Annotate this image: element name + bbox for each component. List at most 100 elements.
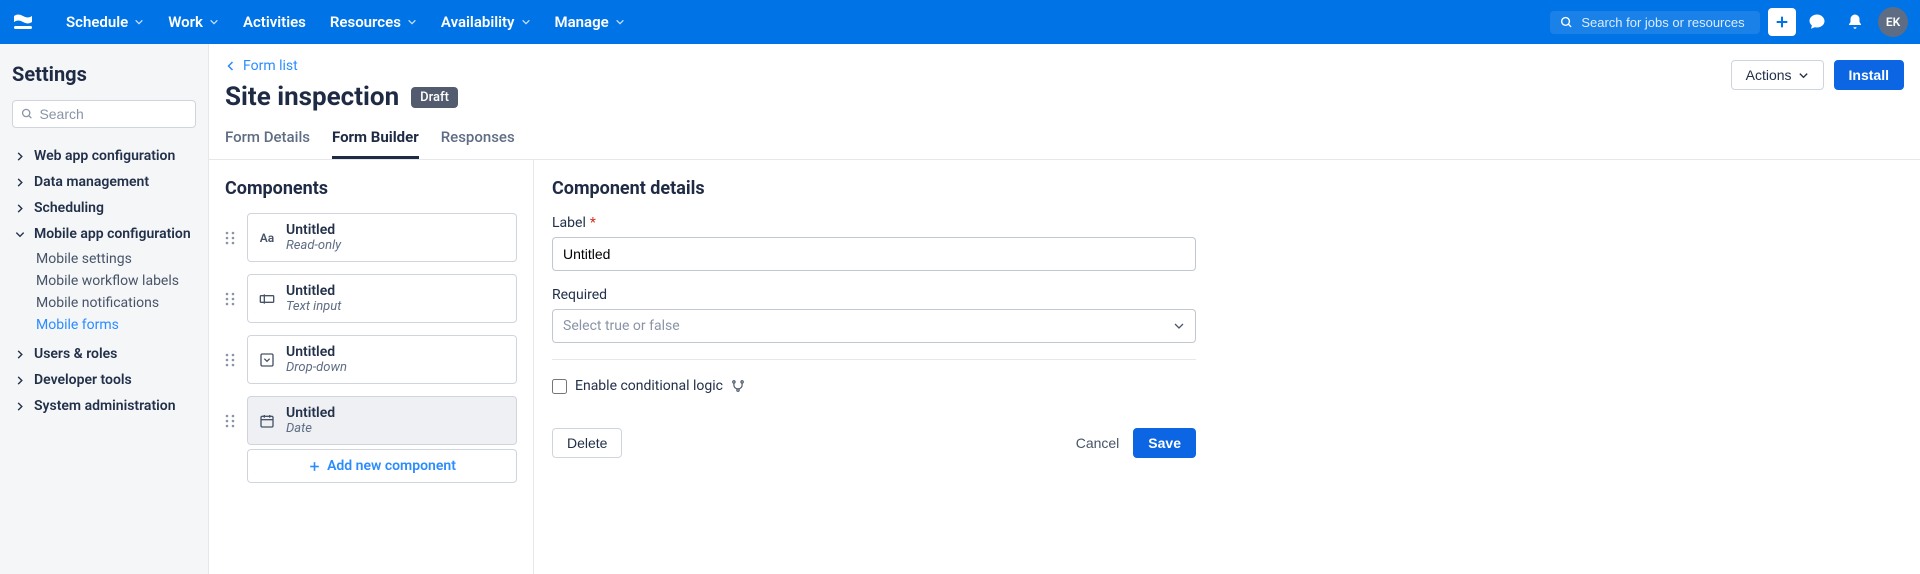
chevron-down-icon <box>209 17 219 27</box>
divider <box>552 359 1196 360</box>
chevron-left-icon <box>225 60 237 72</box>
chevron-down-icon <box>14 229 26 240</box>
tab-form-details[interactable]: Form Details <box>225 128 310 159</box>
conditional-checkbox-input[interactable] <box>552 379 567 394</box>
user-avatar[interactable]: EK <box>1878 7 1908 37</box>
tab-responses[interactable]: Responses <box>441 128 515 159</box>
input-icon <box>258 292 276 306</box>
chat-icon <box>1808 13 1826 31</box>
component-subtitle: Drop-down <box>286 360 347 375</box>
status-badge: Draft <box>411 87 458 108</box>
sidebar-item-mobile-workflow-labels[interactable]: Mobile workflow labels <box>36 270 196 292</box>
required-placeholder: Select true or false <box>563 318 680 334</box>
sidebar-item-mobile-notifications[interactable]: Mobile notifications <box>36 292 196 314</box>
install-button[interactable]: Install <box>1834 60 1904 90</box>
global-search-input[interactable] <box>1581 15 1750 30</box>
component-title: Untitled <box>286 344 347 360</box>
chevron-right-icon <box>14 375 26 386</box>
component-card-date[interactable]: Untitled Date <box>247 396 517 445</box>
chevron-right-icon <box>14 177 26 188</box>
component-card-read-only[interactable]: Aa Untitled Read-only <box>247 213 517 262</box>
breadcrumb-back[interactable]: Form list <box>225 58 458 74</box>
cancel-button[interactable]: Cancel <box>1076 435 1120 451</box>
component-row: Untitled Text input <box>225 274 517 323</box>
sidebar-group-developer-tools[interactable]: Developer tools <box>12 368 196 392</box>
drag-handle-icon[interactable] <box>225 414 237 428</box>
delete-button[interactable]: Delete <box>552 428 622 458</box>
nav-item-manage[interactable]: Manage <box>545 7 635 37</box>
component-subtitle: Read-only <box>286 238 341 253</box>
chevron-down-icon <box>1173 320 1185 332</box>
breadcrumb-label: Form list <box>243 58 298 74</box>
component-subtitle: Text input <box>286 299 341 314</box>
plus-icon <box>308 460 321 473</box>
drag-handle-icon[interactable] <box>225 231 237 245</box>
dropdown-icon <box>258 352 276 368</box>
chevron-right-icon <box>14 203 26 214</box>
search-icon <box>21 107 33 121</box>
components-panel: Components Aa Untitled Read-only Untitle… <box>209 160 534 574</box>
plus-icon <box>1774 14 1790 30</box>
settings-sidebar: Settings Web app configurationData manag… <box>0 44 209 574</box>
component-row: Untitled Drop-down <box>225 335 517 384</box>
drag-handle-icon[interactable] <box>225 353 237 367</box>
component-card-text-input[interactable]: Untitled Text input <box>247 274 517 323</box>
notifications-icon-button[interactable] <box>1838 5 1872 39</box>
sidebar-group-mobile-app-configuration[interactable]: Mobile app configuration <box>12 222 196 246</box>
chevron-down-icon <box>1798 70 1809 81</box>
component-title: Untitled <box>286 283 341 299</box>
create-button[interactable] <box>1768 8 1796 36</box>
top-nav: ScheduleWorkActivitiesResourcesAvailabil… <box>0 0 1920 44</box>
sidebar-search-input[interactable] <box>39 106 187 122</box>
bell-icon <box>1846 13 1864 31</box>
nav-item-resources[interactable]: Resources <box>320 7 427 37</box>
add-component-button[interactable]: Add new component <box>247 449 517 483</box>
chevron-down-icon <box>521 17 531 27</box>
component-row: Aa Untitled Read-only <box>225 213 517 262</box>
nav-item-activities[interactable]: Activities <box>233 7 316 37</box>
chevron-right-icon <box>14 349 26 360</box>
details-heading: Component details <box>552 178 1196 199</box>
sidebar-group-scheduling[interactable]: Scheduling <box>12 196 196 220</box>
global-search[interactable] <box>1550 11 1760 34</box>
chevron-down-icon <box>134 17 144 27</box>
sidebar-group-data-management[interactable]: Data management <box>12 170 196 194</box>
required-star-icon: * <box>590 215 596 231</box>
branch-icon <box>731 379 745 393</box>
nav-item-availability[interactable]: Availability <box>431 7 541 37</box>
chevron-right-icon <box>14 401 26 412</box>
component-subtitle: Date <box>286 421 335 436</box>
app-logo[interactable] <box>12 10 36 34</box>
sidebar-group-system-administration[interactable]: System administration <box>12 394 196 418</box>
required-select[interactable]: Select true or false <box>552 309 1196 343</box>
actions-dropdown[interactable]: Actions <box>1731 60 1824 90</box>
drag-handle-icon[interactable] <box>225 292 237 306</box>
label-input[interactable] <box>552 237 1196 271</box>
components-heading: Components <box>225 178 517 199</box>
date-icon <box>258 413 276 429</box>
page-tabs: Form Details Form Builder Responses <box>225 128 1904 159</box>
sidebar-title: Settings <box>12 62 196 86</box>
chevron-right-icon <box>14 151 26 162</box>
sidebar-item-mobile-forms[interactable]: Mobile forms <box>36 314 196 336</box>
chevron-down-icon <box>407 17 417 27</box>
sidebar-search[interactable] <box>12 100 196 128</box>
sidebar-group-users-roles[interactable]: Users & roles <box>12 342 196 366</box>
label-field-label: Label <box>552 215 586 231</box>
chat-icon-button[interactable] <box>1800 5 1834 39</box>
component-details-panel: Component details Label * Required Selec… <box>534 160 1214 574</box>
component-card-drop-down[interactable]: Untitled Drop-down <box>247 335 517 384</box>
chevron-down-icon <box>615 17 625 27</box>
save-button[interactable]: Save <box>1133 428 1196 458</box>
sidebar-group-web-app-configuration[interactable]: Web app configuration <box>12 144 196 168</box>
conditional-logic-checkbox[interactable]: Enable conditional logic <box>552 378 1196 394</box>
nav-item-schedule[interactable]: Schedule <box>56 7 154 37</box>
component-row: Untitled Date <box>225 396 517 445</box>
component-title: Untitled <box>286 222 341 238</box>
nav-items: ScheduleWorkActivitiesResourcesAvailabil… <box>56 7 635 37</box>
sidebar-item-mobile-settings[interactable]: Mobile settings <box>36 248 196 270</box>
tab-form-builder[interactable]: Form Builder <box>332 128 419 159</box>
search-icon <box>1560 15 1573 30</box>
nav-item-work[interactable]: Work <box>158 7 229 37</box>
page-title: Site inspection <box>225 82 399 112</box>
